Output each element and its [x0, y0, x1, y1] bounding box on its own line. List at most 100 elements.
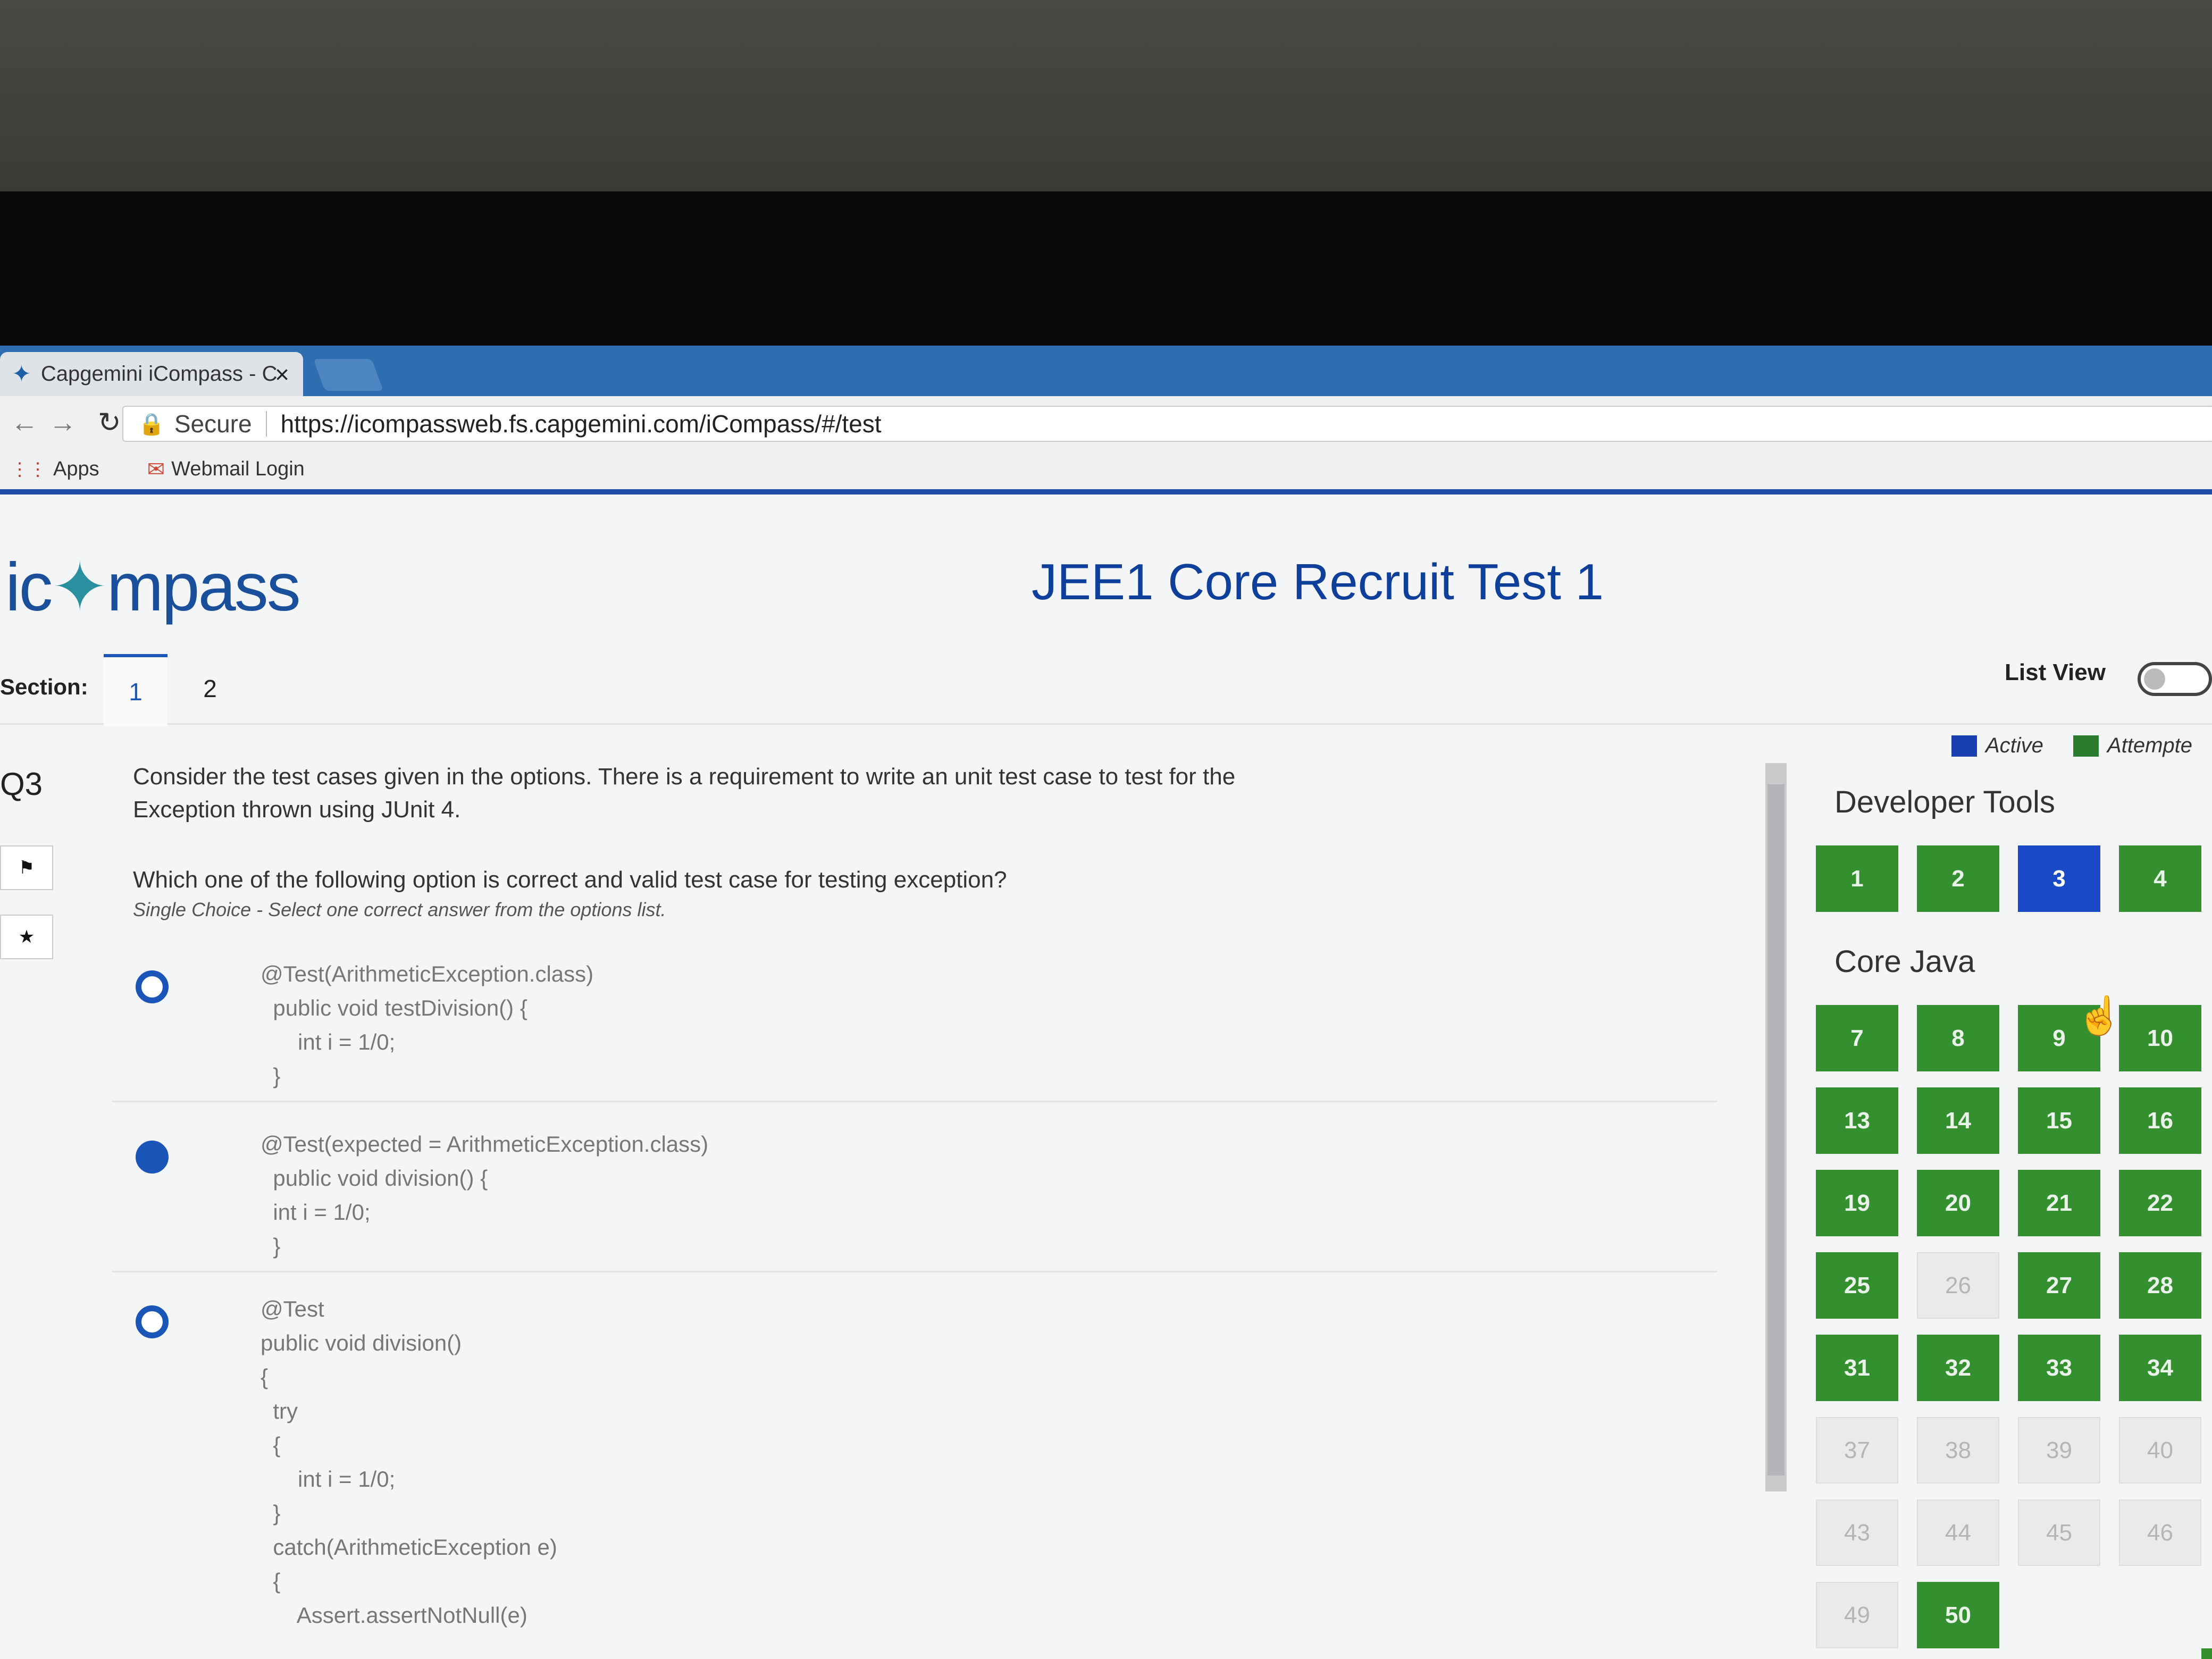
code-line: {	[261, 1364, 269, 1389]
palette-question-40[interactable]: 40	[2119, 1417, 2201, 1484]
palette-question-10[interactable]: 10	[2119, 1005, 2201, 1071]
code-line: @Test(expected = ArithmeticException.cla…	[261, 1132, 709, 1157]
list-view-toggle[interactable]	[2138, 662, 2212, 696]
palette-question-27[interactable]: 27	[2018, 1252, 2100, 1319]
code-line: }	[261, 1234, 281, 1259]
forward-icon[interactable]: →	[49, 407, 77, 439]
code-line: Assert.assertNotNull(e)	[261, 1603, 527, 1628]
palette-question-4[interactable]: 4	[2119, 845, 2201, 912]
reload-icon[interactable]: ↻	[98, 407, 121, 439]
code-line: public void division() {	[261, 1166, 488, 1191]
bookmark-label: Apps	[53, 458, 99, 480]
palette-question-15[interactable]: 15	[2018, 1087, 2100, 1154]
list-view-label: List View	[2005, 659, 2106, 685]
answer-option-1[interactable]: @Test(ArithmeticException.class) public …	[112, 957, 1717, 1102]
compass-star-icon: ✦	[51, 549, 108, 625]
status-legend: Active Attempte	[1951, 734, 2192, 758]
address-bar[interactable]: 🔒 Secure https://icompassweb.fs.capgemin…	[122, 406, 2212, 442]
palette-question-31[interactable]: 31	[1816, 1335, 1898, 1401]
section-tabs: Section: 1 2	[0, 654, 2212, 726]
star-icon: ★	[18, 927, 35, 947]
test-page: ic✦mpass JEE1 Core Recruit Test 1 Sectio…	[0, 495, 2212, 1659]
tab-title: Capgemini iCompass - C	[40, 362, 278, 386]
palette-question-14[interactable]: 14	[1917, 1087, 1999, 1154]
answer-option-3[interactable]: @Test public void division() { try { int i…	[112, 1292, 1717, 1659]
flag-button[interactable]: ⚑	[0, 845, 53, 890]
code-line: public void division()	[261, 1330, 462, 1355]
question-number: Q3	[0, 766, 43, 802]
code-line: }	[261, 1063, 281, 1088]
palette-question-28[interactable]: 28	[2119, 1252, 2201, 1319]
palette-question-43[interactable]: 43	[1816, 1499, 1898, 1566]
bookmarks-bar: ⋮⋮ Apps ✉ Webmail Login	[0, 449, 2212, 495]
palette-question-38[interactable]: 38	[1917, 1417, 1999, 1484]
palette-question-49[interactable]: 49	[1816, 1582, 1898, 1648]
new-tab-button[interactable]	[313, 359, 383, 391]
palette-edge-cell	[2201, 1648, 2212, 1659]
palette-question-26[interactable]: 26	[1917, 1252, 1999, 1319]
bookmark-question-button[interactable]: ★	[0, 915, 53, 959]
palette-question-8[interactable]: 8	[1917, 1005, 1999, 1071]
browser-toolbar: ← → ↻ 🔒 Secure https://icompassweb.fs.ca…	[0, 396, 2212, 449]
palette-question-7[interactable]: 7	[1816, 1005, 1898, 1071]
palette-question-39[interactable]: 39	[2018, 1417, 2100, 1484]
palette-question-16[interactable]: 16	[2119, 1087, 2201, 1154]
url-text[interactable]: https://icompassweb.fs.capgemini.com/iCo…	[281, 409, 882, 438]
section-label: Section:	[0, 674, 88, 699]
browser-tab[interactable]: ✦ Capgemini iCompass - C ×	[0, 352, 303, 396]
question-text: Consider the test cases given in the opt…	[133, 764, 1236, 823]
palette-question-21[interactable]: 21	[2018, 1170, 2100, 1236]
code-line: public void testDivision() {	[261, 995, 527, 1020]
palette-question-44[interactable]: 44	[1917, 1499, 1999, 1566]
palette-question-19[interactable]: 19	[1816, 1170, 1898, 1236]
toggle-knob	[2144, 668, 2165, 690]
question-prompt: Which one of the following option is cor…	[133, 867, 1007, 893]
palette-question-50[interactable]: 50	[1917, 1582, 1999, 1648]
page-title: JEE1 Core Recruit Test 1	[1032, 554, 1604, 610]
question-hint: Single Choice - Select one correct answe…	[133, 899, 666, 920]
code-line: int i = 1/0;	[261, 1467, 396, 1492]
code-line: {	[261, 1432, 281, 1457]
secure-label: Secure	[174, 410, 252, 438]
back-icon[interactable]: ←	[11, 407, 38, 439]
palette-question-13[interactable]: 13	[1816, 1087, 1898, 1154]
palette-question-34[interactable]: 34	[2119, 1335, 2201, 1401]
lock-icon: 🔒	[138, 412, 165, 436]
tab-section-2[interactable]: 2	[178, 654, 242, 723]
palette-question-20[interactable]: 20	[1917, 1170, 1999, 1236]
palette-scrollbar[interactable]	[1765, 763, 1787, 1492]
monitor-bezel	[0, 191, 2212, 346]
legend-active-label: Active	[1985, 734, 2043, 757]
palette-question-25[interactable]: 25	[1816, 1252, 1898, 1319]
code-line: catch(ArithmeticException e)	[261, 1535, 557, 1560]
option-radio[interactable]	[136, 1141, 169, 1174]
legend-swatch-attempted	[2073, 735, 2099, 757]
palette-question-1[interactable]: 1	[1816, 845, 1898, 912]
palette-question-37[interactable]: 37	[1816, 1417, 1898, 1484]
palette-question-46[interactable]: 46	[2119, 1499, 2201, 1566]
palette-question-33[interactable]: 33	[2018, 1335, 2100, 1401]
code-line: @Test(ArithmeticException.class)	[261, 961, 594, 986]
legend-attempted-label: Attempte	[2107, 734, 2193, 757]
webmail-icon: ✉	[147, 457, 165, 481]
code-line: int i = 1/0;	[261, 1029, 396, 1054]
palette-question-3[interactable]: 3	[2018, 845, 2100, 912]
logo-text-right: mpass	[106, 549, 301, 625]
palette-question-45[interactable]: 45	[2018, 1499, 2100, 1566]
background-wall	[0, 0, 2212, 191]
bookmark-apps[interactable]: ⋮⋮ Apps	[11, 458, 99, 481]
code-line: }	[261, 1501, 281, 1526]
answer-option-2[interactable]: @Test(expected = ArithmeticException.cla…	[112, 1127, 1717, 1272]
tab-section-1[interactable]: 1	[104, 654, 167, 726]
scrollbar-thumb[interactable]	[1767, 784, 1784, 1476]
bookmark-webmail[interactable]: ✉ Webmail Login	[110, 457, 305, 482]
flag-icon: ⚑	[18, 858, 35, 878]
option-radio[interactable]	[136, 1305, 169, 1338]
palette-question-32[interactable]: 32	[1917, 1335, 1999, 1401]
tab-strip: ✦ Capgemini iCompass - C ×	[0, 346, 2212, 396]
palette-group-title: Core Java	[1834, 944, 1975, 979]
palette-question-22[interactable]: 22	[2119, 1170, 2201, 1236]
option-radio[interactable]	[136, 970, 169, 1003]
close-icon[interactable]: ×	[275, 360, 289, 389]
palette-question-2[interactable]: 2	[1917, 845, 1999, 912]
